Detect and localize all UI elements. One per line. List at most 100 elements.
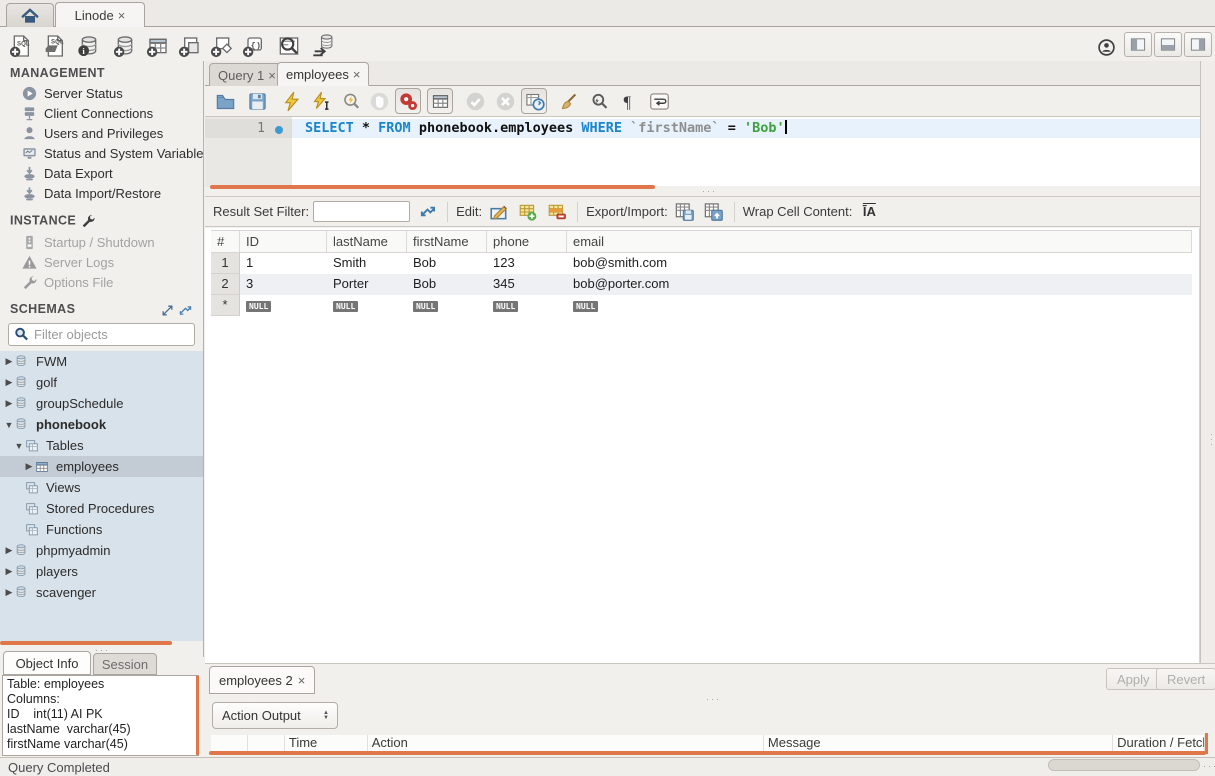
open-file-icon[interactable] xyxy=(213,89,237,113)
sidebar-item-client-connections[interactable]: Client Connections xyxy=(0,103,203,123)
wrap-cell-icon[interactable]: ĪA xyxy=(857,201,881,223)
grid-cell[interactable]: Porter xyxy=(327,274,407,295)
tree-expand-icon[interactable]: ▶ xyxy=(4,377,14,388)
info-panel-vscrollbar[interactable] xyxy=(196,676,199,755)
grid-cell[interactable]: Bob xyxy=(407,253,487,274)
db-info-icon[interactable]: i xyxy=(76,33,102,59)
splitter-grip[interactable]: ··· xyxy=(702,188,717,194)
sidebar-item-data-export[interactable]: Data Export xyxy=(0,163,203,183)
sidebar-item-users-and-privileges[interactable]: Users and Privileges xyxy=(0,123,203,143)
autocommit-icon[interactable] xyxy=(521,88,547,114)
create-view-icon[interactable] xyxy=(177,33,203,59)
tree-expand-icon[interactable]: ▶ xyxy=(4,545,14,556)
tree-expand-icon[interactable]: ▶ xyxy=(4,587,14,598)
refresh-schemas-icon[interactable] xyxy=(179,302,192,317)
grid-header-ID[interactable]: ID xyxy=(240,231,327,252)
execute-icon[interactable] xyxy=(279,89,303,113)
revert-button[interactable]: Revert xyxy=(1156,668,1215,690)
output-vscrollbar[interactable] xyxy=(1205,733,1208,754)
resize-grip[interactable]: ··· xyxy=(1203,763,1215,769)
home-tab[interactable] xyxy=(6,3,54,27)
new-row-placeholder[interactable]: *NULLNULLNULLNULLNULL xyxy=(211,295,1192,316)
tree-node-groupschedule[interactable]: ▶groupSchedule xyxy=(0,393,203,414)
tab-employees[interactable]: employees× xyxy=(277,62,369,86)
close-icon[interactable]: × xyxy=(118,8,126,23)
insert-row-icon[interactable] xyxy=(516,201,540,223)
tree-node-functions[interactable]: Functions xyxy=(0,519,203,540)
beautify-icon[interactable] xyxy=(557,89,581,113)
invisibles-icon[interactable]: ¶ xyxy=(617,89,641,113)
tree-node-views[interactable]: Views xyxy=(0,477,203,498)
tree-collapse-icon[interactable]: ▼ xyxy=(4,420,14,430)
grid-header-email[interactable]: email xyxy=(567,231,1192,252)
editor-hscrollbar[interactable] xyxy=(210,185,655,189)
grid-cell[interactable]: NULL xyxy=(240,295,327,316)
create-routine-icon[interactable] xyxy=(209,33,235,59)
tree-node-stored-procedures[interactable]: Stored Procedures xyxy=(0,498,203,519)
delete-row-icon[interactable] xyxy=(545,201,569,223)
tab-session[interactable]: Session xyxy=(93,653,157,675)
sidebar-hscrollbar[interactable] xyxy=(0,641,172,645)
tree-node-players[interactable]: ▶players xyxy=(0,561,203,582)
tree-expand-icon[interactable]: ▶ xyxy=(4,356,14,367)
grid-cell[interactable]: 3 xyxy=(240,274,327,295)
right-panel-splitter[interactable]: ··· xyxy=(1200,61,1215,663)
tab-query-1[interactable]: Query 1× xyxy=(209,63,285,87)
grid-cell[interactable]: bob@porter.com xyxy=(567,274,1192,295)
create-function-icon[interactable]: {) xyxy=(241,33,267,59)
import-records-icon[interactable] xyxy=(702,201,726,223)
tree-node-tables[interactable]: ▼Tables xyxy=(0,435,203,456)
grid-cell[interactable]: NULL xyxy=(327,295,407,316)
find-icon[interactable] xyxy=(587,89,611,113)
explain-icon[interactable] xyxy=(339,89,363,113)
sql-statement[interactable]: SELECT * FROM phonebook.employees WHERE … xyxy=(305,120,787,136)
tree-collapse-icon[interactable]: ▼ xyxy=(14,441,24,451)
tab-object-info[interactable]: Object Info xyxy=(3,651,91,675)
tree-expand-icon[interactable]: ▶ xyxy=(24,461,34,472)
tab-result-employees-2[interactable]: employees 2 × xyxy=(209,666,315,694)
grid-header-firstName[interactable]: firstName xyxy=(407,231,487,252)
create-schema-icon[interactable] xyxy=(112,33,138,59)
grid-cell[interactable]: 345 xyxy=(487,274,567,295)
toggle-right-panel-button[interactable] xyxy=(1184,32,1212,57)
create-table-icon[interactable] xyxy=(145,33,171,59)
grid-cell[interactable]: bob@smith.com xyxy=(567,253,1192,274)
grid-cell[interactable]: NULL xyxy=(567,295,1192,316)
grid-cell[interactable]: NULL xyxy=(487,295,567,316)
limit-rows-icon[interactable] xyxy=(427,88,453,114)
table-row[interactable]: 11SmithBob123bob@smith.com xyxy=(211,253,1192,274)
tree-node-phonebook[interactable]: ▼phonebook xyxy=(0,414,203,435)
search-database-icon[interactable] xyxy=(276,33,302,59)
reconnect-dbms-icon[interactable] xyxy=(311,33,337,59)
output-hscrollbar[interactable] xyxy=(209,751,1206,755)
close-icon[interactable]: × xyxy=(353,67,361,82)
tree-node-phpmyadmin[interactable]: ▶phpmyadmin xyxy=(0,540,203,561)
grid-cell[interactable]: 123 xyxy=(487,253,567,274)
refresh-resultset-icon[interactable] xyxy=(415,201,439,223)
connection-tab[interactable]: Linode × xyxy=(55,2,145,27)
sidebar-item-status-and-system-variables[interactable]: Status and System Variables xyxy=(0,143,203,163)
apply-button[interactable]: Apply xyxy=(1106,668,1161,690)
execute-current-icon[interactable] xyxy=(309,89,333,113)
tree-node-employees[interactable]: ▶employees xyxy=(0,456,203,477)
save-script-icon[interactable] xyxy=(245,89,269,113)
grid-cell[interactable]: Smith xyxy=(327,253,407,274)
sidebar-item-server-status[interactable]: Server Status xyxy=(0,83,203,103)
resultset-filter-input[interactable] xyxy=(313,201,410,222)
tree-node-fwm[interactable]: ▶FWM xyxy=(0,351,203,372)
sql-editor[interactable]: 1 SELECT * FROM phonebook.employees WHER… xyxy=(205,116,1200,186)
output-selector[interactable]: Action Output ▲▼ xyxy=(212,702,338,729)
tree-node-scavenger[interactable]: ▶scavenger xyxy=(0,582,203,603)
toggle-left-panel-button[interactable] xyxy=(1124,32,1152,57)
grid-cell[interactable]: Bob xyxy=(407,274,487,295)
tree-node-golf[interactable]: ▶golf xyxy=(0,372,203,393)
grid-cell[interactable]: 1 xyxy=(240,253,327,274)
toggle-bottom-panel-button[interactable] xyxy=(1154,32,1182,57)
schema-filter-input[interactable] xyxy=(34,327,210,342)
close-icon[interactable]: × xyxy=(268,68,276,83)
horizontal-scrollbar-thumb[interactable] xyxy=(1048,759,1200,771)
tree-expand-icon[interactable]: ▶ xyxy=(4,398,14,409)
export-resultset-icon[interactable] xyxy=(673,201,697,223)
open-sql-script-icon[interactable]: SQL xyxy=(42,33,68,59)
stop-on-error-icon[interactable] xyxy=(395,88,421,114)
